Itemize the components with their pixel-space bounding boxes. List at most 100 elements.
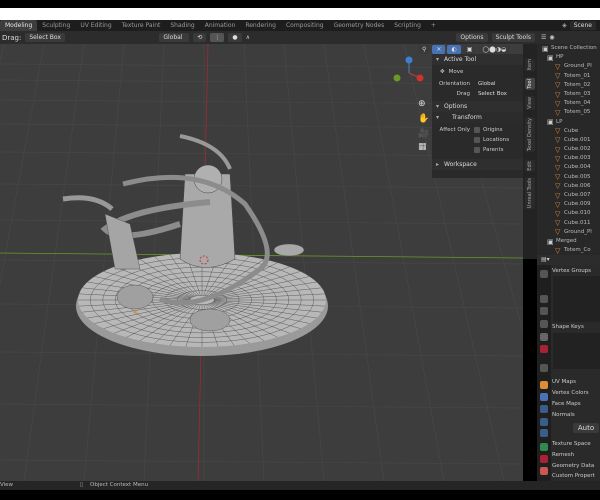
editor-type-icon[interactable]: ▤▾ [537,255,600,265]
uv-maps-panel[interactable]: UV Maps [552,377,600,387]
tab-shading[interactable]: Shading [165,20,199,31]
face-maps-panel[interactable]: Face Maps [552,399,600,409]
scene-selector[interactable]: Scene [569,21,596,30]
remesh-panel[interactable]: Remesh [552,450,600,460]
pivot-icon[interactable]: ⟲ [193,33,207,42]
options-menu[interactable]: Options [456,33,488,42]
active-tool-header[interactable]: Active Tool [432,54,523,65]
constraints-tab-icon[interactable] [540,429,548,437]
filter-icon[interactable]: ◉ [549,34,554,41]
texture-space-panel[interactable]: Texture Space [552,439,600,449]
sculpt-tools-menu[interactable]: Sculpt Tools [491,33,535,42]
proportional-edit-icon[interactable]: ● [228,33,242,42]
world-tab-icon[interactable] [540,345,548,353]
auto-smooth-checkbox[interactable]: Auto [573,423,599,433]
shading-modes[interactable]: ◯⬤◑◒ [478,45,511,54]
tab-geometry-nodes[interactable]: Geometry Nodes [329,20,390,31]
outliner-item[interactable]: ▽ Totem_Co [537,246,600,255]
orientation-dropdown[interactable]: Global [474,79,520,89]
data-tab-icon[interactable] [540,443,548,451]
pan-hand-icon[interactable]: ✋ [418,114,429,124]
overlay-toggle-icon[interactable]: ◐ [447,45,461,54]
xray-icon[interactable]: ▣ [462,45,477,54]
tab-tool[interactable]: Tool [525,78,535,90]
particles-tab-icon[interactable] [540,405,548,413]
tab-unreal-tools[interactable]: Unreal Tools [525,177,535,210]
outliner-item[interactable]: ▽ Cube [537,127,600,136]
outliner-item[interactable]: ▽ Cube.003 [537,154,600,163]
geometry-data-panel[interactable]: Geometry Data [552,461,600,471]
outliner-item[interactable]: ▽ Cube.004 [537,163,600,172]
add-workspace-button[interactable]: + [426,20,441,31]
physics-tab-icon[interactable] [540,418,548,426]
outliner-item[interactable]: ▽ Cube.001 [537,136,600,145]
scene-icon[interactable]: ◈ [562,22,567,29]
outliner-item[interactable]: ▽ Cube.011 [537,219,600,228]
display-mode-icon[interactable]: ☰ [541,34,546,41]
outliner-item[interactable]: ▽ Totem_05 [537,108,600,117]
outliner-item[interactable]: ▽ Cube.007 [537,191,600,200]
custom-properties-panel[interactable]: Custom Propert [552,471,600,481]
zoom-icon[interactable]: ⊕ [418,99,426,109]
vertex-groups-list[interactable] [553,276,600,322]
outliner-item[interactable]: ▽ Totem_03 [537,90,600,99]
falloff-icon[interactable]: ∧ [246,34,250,41]
material-tab-icon[interactable] [540,455,548,463]
tab-scripting[interactable]: Scripting [389,20,426,31]
perspective-grid-icon[interactable]: ▦ [418,142,427,152]
transform-header[interactable]: Transform [432,112,523,123]
outliner-item[interactable]: ▽ Totem_01 [537,72,600,81]
options-header[interactable]: Options [432,101,523,112]
tab-compositing[interactable]: Compositing [281,20,329,31]
normals-panel[interactable]: Normals [552,410,600,420]
tab-rendering[interactable]: Rendering [240,20,281,31]
orientation-select[interactable]: Global [159,33,190,42]
outliner-item[interactable]: ▽ Cube.010 [537,209,600,218]
drag-select[interactable]: Select Box [25,33,66,42]
outliner-item[interactable]: ▽ Totem_04 [537,99,600,108]
locations-checkbox[interactable] [474,137,480,143]
scene-tab-icon[interactable] [540,333,548,341]
texture-tab-icon[interactable] [540,467,548,475]
outliner-item[interactable]: ▣ Merged [537,237,600,246]
collection-tab-icon[interactable] [540,364,548,372]
outliner-item[interactable]: ▽ Ground_Pl [537,62,600,71]
outliner-item[interactable]: ▽ Ground_Pl [537,228,600,237]
tab-texture-paint[interactable]: Texture Paint [117,20,166,31]
outliner-item[interactable]: ▣ LP [537,118,600,127]
outliner-item[interactable]: ▣ HP [537,53,600,62]
drag-dropdown[interactable]: Select Box [474,89,520,99]
outliner-item[interactable]: ▽ Cube.002 [537,145,600,154]
tab-edit[interactable]: Edit [525,160,535,172]
outliner-item[interactable]: ▽ Totem_02 [537,81,600,90]
navigation-gizmo[interactable] [392,56,426,90]
tab-uv-editing[interactable]: UV Editing [75,20,116,31]
scene-collection-label[interactable]: Scene Collection [551,44,597,53]
output-tab-icon[interactable] [540,307,548,315]
object-tab-icon[interactable] [540,381,548,389]
camera-icon[interactable]: 🎥 [418,129,429,139]
object-types-icon[interactable]: ⚲ [418,45,431,54]
outliner-item[interactable]: ▽ Cube.005 [537,173,600,182]
tab-sculpting[interactable]: Sculpting [37,20,75,31]
view-layer-tab-icon[interactable] [540,320,548,328]
gizmo-toggle-icon[interactable]: ✕ [432,45,446,54]
outliner-item[interactable]: ▽ Cube.006 [537,182,600,191]
vertex-colors-panel[interactable]: Vertex Colors [552,388,600,398]
vertex-groups-panel[interactable]: Vertex Groups [552,266,600,276]
origins-checkbox[interactable] [474,127,480,133]
tool-tab-icon[interactable] [540,270,548,278]
tab-modeling[interactable]: Modeling [0,20,38,31]
workspace-header[interactable]: Workspace [432,159,523,170]
parents-checkbox[interactable] [474,147,480,153]
snap-icon[interactable]: ⋮ [210,33,225,42]
outliner-item[interactable]: ▽ Cube.009 [537,200,600,209]
tab-view[interactable]: View [525,96,535,110]
tab-animation[interactable]: Animation [200,20,241,31]
tab-texel-density[interactable]: Texel Density [525,117,535,153]
modifier-tab-icon[interactable] [540,393,548,401]
shape-keys-panel[interactable]: Shape Keys [552,322,600,332]
shape-keys-list[interactable] [553,333,600,369]
render-tab-icon[interactable] [540,295,548,303]
tab-item[interactable]: Item [525,58,535,72]
